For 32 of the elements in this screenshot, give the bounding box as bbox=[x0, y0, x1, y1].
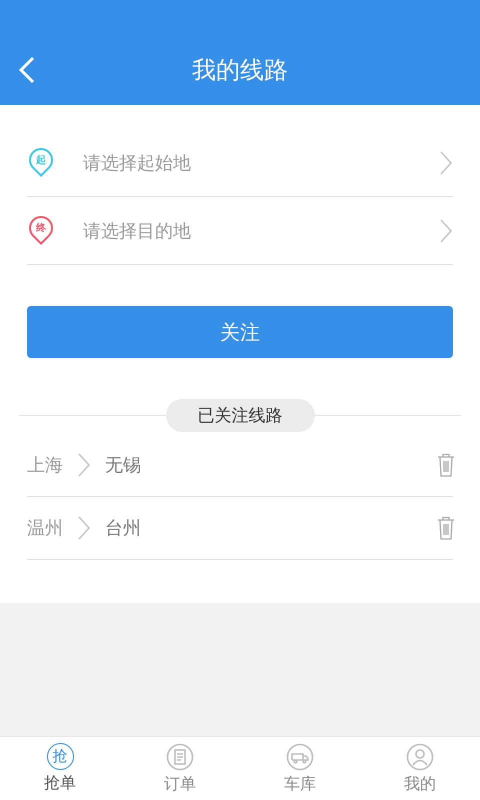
trash-icon bbox=[437, 453, 455, 477]
chevron-icon bbox=[77, 453, 91, 477]
nav-tab[interactable]: 我的 bbox=[360, 737, 480, 800]
location-picker[interactable]: 起 请选择起始地 bbox=[27, 129, 453, 197]
nav-label: 我的 bbox=[404, 774, 436, 795]
chevron-icon bbox=[439, 150, 453, 174]
chevron-icon bbox=[439, 218, 453, 242]
nav-label: 抢单 bbox=[44, 773, 76, 794]
nav-label: 车库 bbox=[284, 774, 316, 795]
nav-tab[interactable]: 车库 bbox=[240, 737, 360, 800]
chevron-icon bbox=[77, 516, 91, 540]
truck-icon bbox=[286, 743, 314, 771]
delete-button[interactable] bbox=[437, 453, 455, 477]
back-icon bbox=[18, 56, 36, 84]
location-picker[interactable]: 终 请选择目的地 bbox=[27, 197, 453, 265]
origin-city: 温州 bbox=[27, 517, 63, 540]
person-icon bbox=[406, 743, 434, 771]
section-label: 已关注线路 bbox=[166, 398, 314, 432]
picker-placeholder: 请选择起始地 bbox=[83, 152, 192, 174]
follow-button[interactable]: 关注 bbox=[27, 306, 453, 358]
nav-icon: 抢 bbox=[46, 743, 74, 770]
nav-tab[interactable]: 订单 bbox=[120, 737, 240, 800]
delete-button[interactable] bbox=[437, 516, 455, 540]
page-title: 我的线路 bbox=[192, 54, 288, 86]
origin-city: 上海 bbox=[27, 454, 63, 477]
picker-placeholder: 请选择目的地 bbox=[83, 220, 192, 242]
trash-icon bbox=[437, 516, 455, 540]
destination-city: 无锡 bbox=[105, 454, 141, 477]
document-icon bbox=[166, 743, 194, 771]
nav-tab[interactable]: 抢 抢单 bbox=[0, 737, 120, 800]
destination-city: 台州 bbox=[105, 517, 141, 540]
nav-label: 订单 bbox=[164, 774, 196, 795]
